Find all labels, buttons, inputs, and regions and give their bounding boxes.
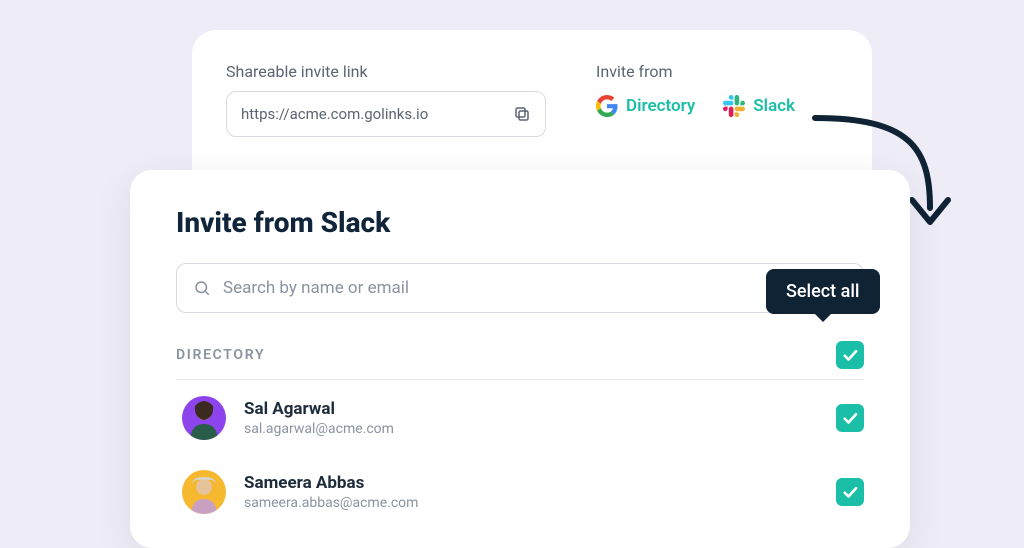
- person-name: Sameera Abbas: [244, 473, 418, 493]
- person-name: Sal Agarwal: [244, 399, 394, 419]
- person-checkbox[interactable]: [836, 404, 864, 432]
- provider-row: Directory Slack: [596, 95, 795, 117]
- invite-from-label: Invite from: [596, 62, 795, 81]
- google-icon: [596, 95, 618, 117]
- person-checkbox[interactable]: [836, 478, 864, 506]
- search-icon: [193, 279, 211, 297]
- share-link-field[interactable]: https://acme.com.golinks.io: [226, 91, 546, 137]
- select-all-checkbox[interactable]: [836, 341, 864, 369]
- invite-from-block: Invite from Directory: [596, 62, 795, 137]
- slack-icon: [723, 95, 745, 117]
- share-link-label: Shareable invite link: [226, 62, 546, 81]
- copy-icon[interactable]: [513, 105, 531, 123]
- slack-label: Slack: [753, 96, 795, 116]
- directory-label: DIRECTORY: [176, 347, 265, 363]
- slack-button[interactable]: Slack: [723, 95, 795, 117]
- google-directory-label: Directory: [626, 96, 695, 116]
- modal-title: Invite from Slack: [176, 206, 864, 239]
- search-input[interactable]: Search by name or email: [176, 263, 864, 313]
- google-directory-button[interactable]: Directory: [596, 95, 695, 117]
- invite-modal: Invite from Slack Search by name or emai…: [130, 170, 910, 548]
- directory-header: DIRECTORY: [176, 341, 864, 380]
- search-placeholder: Search by name or email: [223, 278, 409, 298]
- avatar: [182, 396, 226, 440]
- list-item[interactable]: Sameera Abbas sameera.abbas@acme.com: [176, 454, 864, 528]
- share-link-url: https://acme.com.golinks.io: [241, 105, 428, 123]
- person-email: sal.agarwal@acme.com: [244, 421, 394, 437]
- person-email: sameera.abbas@acme.com: [244, 495, 418, 511]
- avatar: [182, 470, 226, 514]
- list-item[interactable]: Sal Agarwal sal.agarwal@acme.com: [176, 380, 864, 454]
- share-link-block: Shareable invite link https://acme.com.g…: [226, 62, 546, 137]
- select-all-tooltip: Select all: [766, 269, 880, 314]
